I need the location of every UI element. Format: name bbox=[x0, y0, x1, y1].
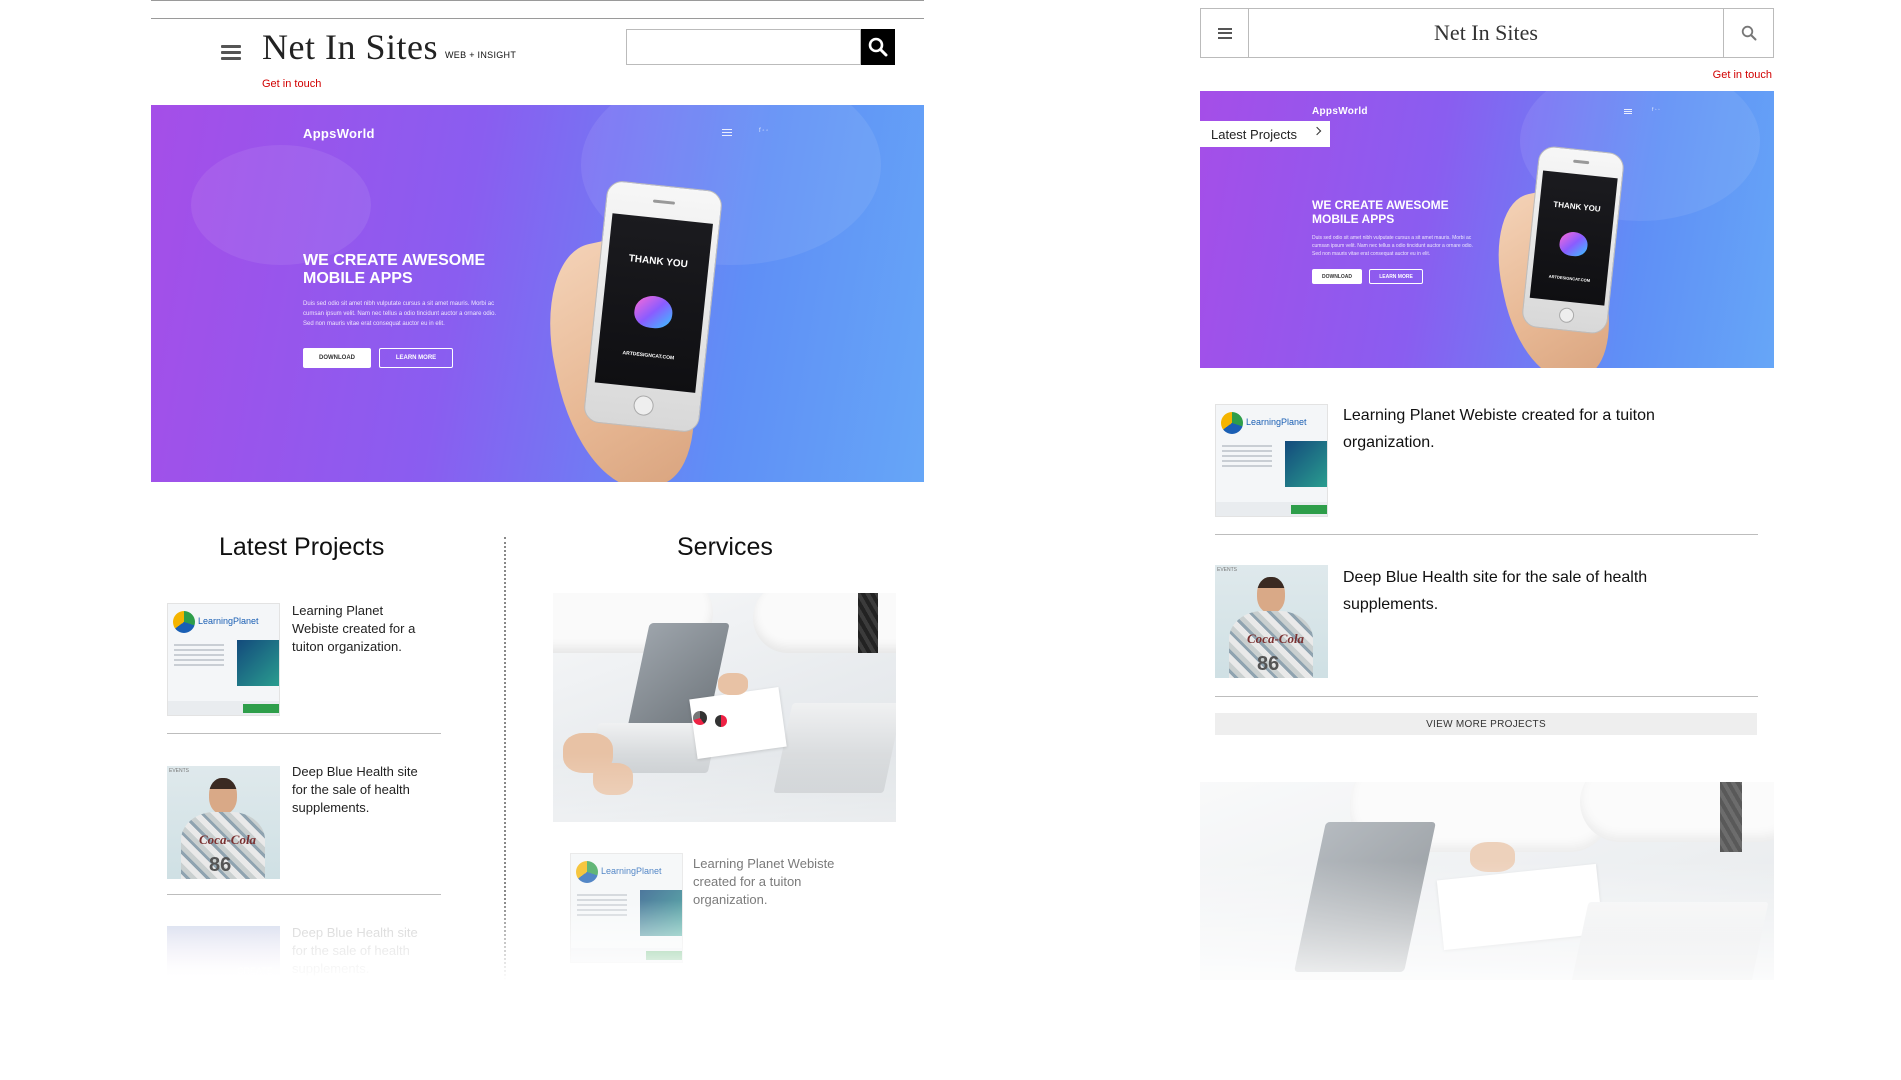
download-button[interactable]: DOWNLOAD bbox=[303, 348, 371, 368]
divider bbox=[167, 894, 441, 895]
project-thumbnail[interactable]: LearningPlanet bbox=[570, 853, 683, 963]
project-thumbnail[interactable]: LearningPlanet bbox=[167, 603, 280, 716]
hero-body: Duis sed odio sit amet nibh vulputate cu… bbox=[1312, 235, 1473, 257]
project-description[interactable]: Deep Blue Health site for the sale of he… bbox=[292, 924, 432, 978]
hero-logo: AppsWorld bbox=[303, 126, 375, 141]
hero-headline: WE CREATE AWESOME MOBILE APPS bbox=[303, 252, 486, 288]
hero-menu-icon bbox=[722, 129, 732, 136]
latest-projects-title: Latest Projects bbox=[219, 533, 385, 561]
divider bbox=[1215, 696, 1758, 697]
hamburger-icon bbox=[1217, 27, 1232, 39]
get-in-touch-link[interactable]: Get in touch bbox=[1713, 69, 1772, 81]
column-divider bbox=[504, 537, 506, 980]
menu-button[interactable] bbox=[1201, 9, 1249, 57]
phone-image: THANK YOU ARTDESIGNCAT.COM bbox=[1520, 145, 1626, 335]
learn-more-button[interactable]: LEARN MORE bbox=[379, 348, 453, 368]
hero-body: Duis sed odio sit amet nibh vulputate cu… bbox=[303, 301, 497, 327]
project-description[interactable]: Learning Planet Webiste created for a tu… bbox=[1343, 402, 1733, 456]
services-image bbox=[1200, 782, 1774, 980]
hero-social-icons: f ◦ ◦ bbox=[759, 128, 769, 134]
brand-logo[interactable]: Net In Sites bbox=[262, 26, 438, 68]
hero-logo: AppsWorld bbox=[1312, 106, 1368, 117]
services-image bbox=[553, 593, 896, 822]
project-thumbnail[interactable]: EVENTS Coca-Cola 86 bbox=[1215, 565, 1328, 678]
search-icon bbox=[1741, 25, 1756, 41]
project-description[interactable]: Deep Blue Health site for the sale of he… bbox=[292, 763, 432, 817]
brand-logo[interactable]: Net In Sites bbox=[1249, 9, 1723, 57]
search-field[interactable] bbox=[626, 29, 861, 65]
project-description[interactable]: Learning Planet Webiste created for a tu… bbox=[693, 855, 858, 909]
hero-social-icons: f ◦ ◦ bbox=[1652, 107, 1660, 113]
latest-projects-tab[interactable]: Latest Projects bbox=[1200, 121, 1330, 147]
mobile-header: Net In Sites bbox=[1200, 8, 1774, 58]
get-in-touch-link[interactable]: Get in touch bbox=[262, 78, 321, 90]
download-button[interactable]: DOWNLOAD bbox=[1312, 269, 1362, 284]
search-icon bbox=[868, 37, 888, 57]
mobile-preview: Net In Sites Get in touch AppsWorld f ◦ … bbox=[1200, 0, 1774, 980]
hero-menu-icon bbox=[1624, 109, 1632, 114]
top-rule bbox=[151, 0, 924, 1]
project-description[interactable]: Learning Planet Webiste created for a tu… bbox=[292, 602, 432, 656]
divider bbox=[1215, 534, 1758, 535]
divider bbox=[167, 733, 441, 734]
project-thumbnail[interactable]: EVENTS Coca-Cola 86 bbox=[167, 766, 280, 879]
hero-banner: AppsWorld f ◦ ◦ WE CREATE AWESOME MOBILE… bbox=[151, 105, 924, 482]
header-rule bbox=[151, 18, 924, 19]
search-button[interactable] bbox=[1723, 9, 1773, 57]
project-description[interactable]: Deep Blue Health site for the sale of he… bbox=[1343, 564, 1733, 618]
hero-headline: WE CREATE AWESOME MOBILE APPS bbox=[1312, 198, 1449, 226]
search-input[interactable] bbox=[627, 30, 860, 64]
project-thumbnail[interactable]: LearningPlanet bbox=[1215, 404, 1328, 517]
learn-more-button[interactable]: LEARN MORE bbox=[1369, 269, 1423, 284]
latest-projects-label: Latest Projects bbox=[1211, 126, 1297, 142]
desktop-preview: Net In Sites WEB + INSIGHT Get in touch … bbox=[151, 0, 924, 980]
services-title: Services bbox=[677, 533, 773, 561]
project-thumbnail[interactable]: CREATE bbox=[167, 926, 280, 980]
search-button[interactable] bbox=[861, 29, 895, 65]
view-more-projects-button[interactable]: VIEW MORE PROJECTS bbox=[1215, 713, 1757, 735]
hamburger-icon[interactable] bbox=[221, 45, 241, 60]
phone-image: THANK YOU ARTDESIGNCAT.COM bbox=[582, 179, 724, 434]
chevron-right-icon bbox=[1312, 126, 1322, 136]
brand-tagline: WEB + INSIGHT bbox=[445, 50, 517, 60]
